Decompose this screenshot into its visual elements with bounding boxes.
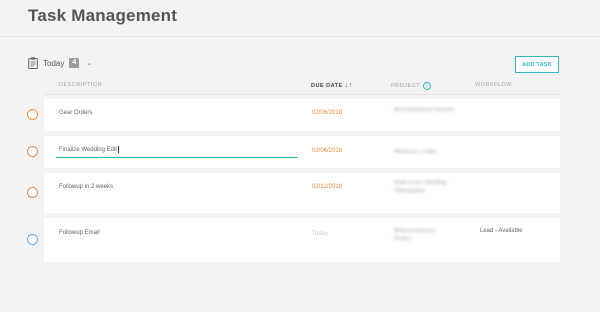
- complete-task-checkbox[interactable]: [27, 146, 38, 157]
- task-description[interactable]: Followup in 2 weeks: [59, 184, 113, 190]
- task-description-input[interactable]: Finalize Wedding Edit: [56, 146, 298, 158]
- complete-task-checkbox[interactable]: [27, 234, 38, 245]
- filter-label: Today: [43, 58, 65, 68]
- task-project[interactable]: Mi Entrepreneur Summit: [394, 106, 454, 114]
- project-label: PROJECT: [391, 83, 421, 89]
- column-header-description: DESCRIPTION: [59, 82, 103, 88]
- task-description[interactable]: Followup Email: [59, 230, 100, 236]
- task-project[interactable]: Marianne + Fabio: [394, 148, 454, 156]
- add-task-button[interactable]: ADD TASK: [515, 56, 559, 73]
- complete-task-checkbox[interactable]: [27, 187, 38, 198]
- due-date-label: DUE DATE: [311, 82, 343, 89]
- task-count-badge: 4: [69, 58, 80, 68]
- table-row[interactable]: Followup in 2 weeks 02/12/2018 Kristi Cr…: [44, 173, 560, 213]
- task-due-date: 02/06/2018: [312, 148, 343, 154]
- chevron-down-icon[interactable]: ⌄: [86, 59, 92, 67]
- task-workflow: Lead - Available: [480, 228, 523, 234]
- header-row-divider: [44, 94, 560, 95]
- complete-task-checkbox[interactable]: [27, 109, 38, 120]
- task-due-date: 02/12/2018: [312, 184, 343, 190]
- task-description[interactable]: Gear Orders: [59, 110, 92, 116]
- text-caret: [117, 146, 119, 153]
- column-header-project: PROJECT i: [391, 82, 432, 90]
- header-divider: [0, 36, 600, 37]
- date-filter[interactable]: Today 4 ⌄: [28, 56, 92, 70]
- task-description: Finalize Wedding Edit: [59, 147, 117, 154]
- table-row[interactable]: Finalize Wedding Edit 02/06/2018 Mariann…: [44, 136, 560, 168]
- page-title: Task Management: [28, 6, 178, 25]
- task-project[interactable]: Kristi Cruz's Wedding Videography: [394, 179, 454, 195]
- info-icon[interactable]: i: [423, 82, 432, 90]
- table-row[interactable]: Followup Email Today Melissa Harvey's Pr…: [44, 218, 560, 262]
- task-due-date: 02/06/2018: [312, 110, 343, 116]
- column-header-due-date[interactable]: DUE DATE ↓↑: [311, 82, 353, 89]
- table-row[interactable]: Gear Orders 02/06/2018 Mi Entrepreneur S…: [44, 99, 560, 131]
- clipboard-icon: [28, 57, 38, 69]
- sort-icon[interactable]: ↓↑: [345, 82, 353, 89]
- task-project[interactable]: Melissa Harvey's Project: [394, 227, 454, 243]
- task-due-date: Today: [312, 231, 329, 237]
- column-header-workflow: WORKFLOW: [475, 82, 512, 88]
